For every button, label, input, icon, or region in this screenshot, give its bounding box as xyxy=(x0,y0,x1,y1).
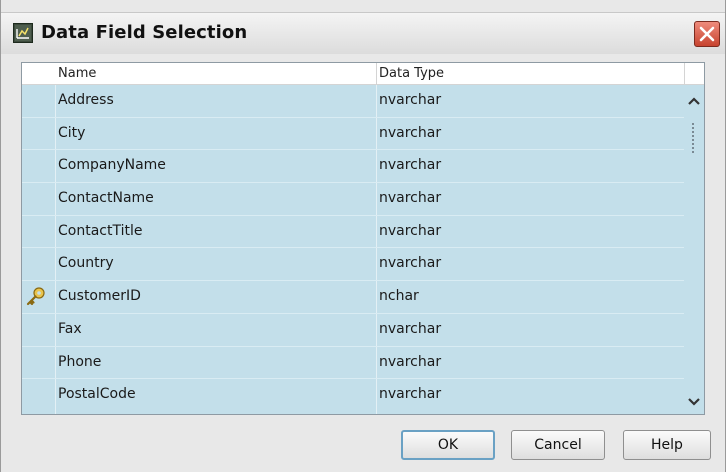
table-row[interactable]: PostalCode nvarchar xyxy=(22,379,684,412)
field-name-cell: Country xyxy=(58,255,114,272)
data-type-cell: nvarchar xyxy=(379,92,442,108)
data-type-cell: nvarchar xyxy=(379,124,442,141)
field-name-cell: Fax xyxy=(58,320,82,337)
table-row[interactable]: CompanyName nvarchar xyxy=(22,150,684,184)
column-divider xyxy=(684,63,685,85)
data-type-cell: nchar xyxy=(379,288,419,305)
data-field-selection-dialog: Data Field Selection Name Data Type Addr… xyxy=(0,0,726,472)
data-type-cell: nvarchar xyxy=(379,190,442,207)
table-row[interactable]: Country nvarchar xyxy=(22,248,684,282)
table-row[interactable]: CustomerID nchar xyxy=(22,281,684,314)
close-icon xyxy=(699,26,715,42)
data-type-cell: nvarchar xyxy=(379,222,442,239)
scroll-up-arrow-icon[interactable] xyxy=(686,93,702,109)
data-field-grid[interactable]: Name Data Type Address nvarchar City nvarch… xyxy=(21,62,705,415)
chart-app-icon xyxy=(13,23,33,43)
scrollbar-thumb[interactable] xyxy=(692,123,695,153)
table-row[interactable]: Fax nvarchar xyxy=(22,314,684,347)
data-type-cell: nvarchar xyxy=(379,386,442,403)
title-bar[interactable]: Data Field Selection xyxy=(1,12,725,54)
scroll-down-arrow-icon[interactable] xyxy=(686,394,702,410)
help-button[interactable]: Help xyxy=(623,430,711,460)
table-row[interactable]: ContactName nvarchar xyxy=(22,183,684,216)
grid-header: Name Data Type xyxy=(22,63,704,85)
field-name-cell: PostalCode xyxy=(58,386,136,403)
field-name-cell: City xyxy=(58,124,86,141)
column-header-name[interactable]: Name xyxy=(58,66,96,81)
data-type-cell: nvarchar xyxy=(379,255,442,272)
field-name-cell: Phone xyxy=(58,353,102,370)
column-divider[interactable] xyxy=(376,63,377,85)
table-row[interactable]: Phone nvarchar xyxy=(22,347,684,380)
data-type-cell: nvarchar xyxy=(379,320,442,337)
ok-button[interactable]: OK xyxy=(401,430,495,460)
field-name-cell: ContactTitle xyxy=(58,222,143,239)
field-name-cell: Address xyxy=(58,92,114,108)
field-name-cell: CustomerID xyxy=(58,288,141,305)
dialog-title: Data Field Selection xyxy=(41,22,248,43)
vertical-scrollbar[interactable] xyxy=(684,85,704,414)
table-row[interactable]: ContactTitle nvarchar xyxy=(22,216,684,249)
data-type-cell: nvarchar xyxy=(379,157,442,174)
column-header-data-type[interactable]: Data Type xyxy=(379,66,444,81)
field-name-cell: ContactName xyxy=(58,190,154,207)
field-name-cell: CompanyName xyxy=(58,157,166,174)
cancel-button[interactable]: Cancel xyxy=(511,430,605,460)
grid-rows: Address nvarchar City nvarchar CompanyName nv… xyxy=(22,85,684,412)
close-button[interactable] xyxy=(694,21,720,47)
table-row[interactable]: City nvarchar xyxy=(22,118,684,151)
table-row[interactable]: Address nvarchar xyxy=(22,85,684,118)
data-type-cell: nvarchar xyxy=(379,353,442,370)
primary-key-icon xyxy=(26,287,45,306)
